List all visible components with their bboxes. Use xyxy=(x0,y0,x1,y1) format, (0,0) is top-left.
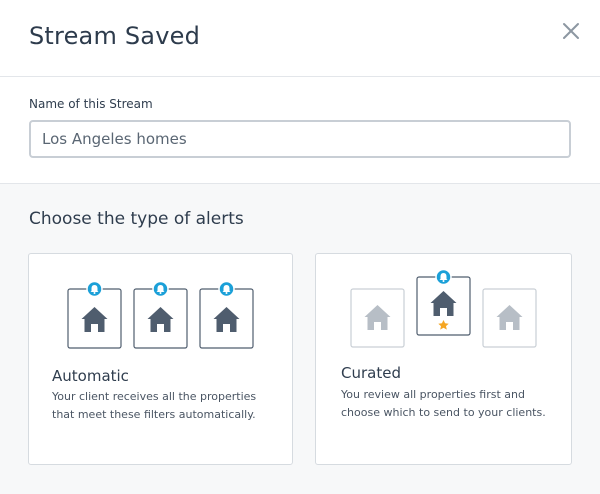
property-tile xyxy=(133,280,188,349)
automatic-illustration xyxy=(67,280,254,349)
dialog-title: Stream Saved xyxy=(29,22,201,50)
automatic-option-description: Your client receives all the properties … xyxy=(52,390,257,421)
close-icon xyxy=(563,23,579,39)
stream-saved-dialog: Stream Saved Name of this Stream Choose … xyxy=(0,0,600,494)
automatic-option-title: Automatic xyxy=(52,367,129,385)
automatic-option-card[interactable]: Automatic Your client receives all the p… xyxy=(28,253,293,465)
alerts-section: Choose the type of alerts Automatic Your… xyxy=(0,184,600,494)
property-tile xyxy=(67,280,122,349)
stream-name-label: Name of this Stream xyxy=(29,97,153,111)
curated-option-description: You review all properties first and choo… xyxy=(341,388,546,419)
alerts-section-title: Choose the type of alerts xyxy=(29,209,244,229)
curated-option-card[interactable]: Curated You review all properties first … xyxy=(315,253,572,465)
curated-illustration xyxy=(350,268,537,348)
bell-icon xyxy=(152,280,169,298)
property-tile-selected xyxy=(416,268,471,336)
stream-name-section: Name of this Stream xyxy=(0,77,600,184)
curated-option-title: Curated xyxy=(341,364,401,382)
property-tile xyxy=(199,280,254,349)
stream-name-input[interactable] xyxy=(29,120,571,158)
bell-icon xyxy=(218,280,235,298)
bell-icon xyxy=(86,280,103,298)
property-tile xyxy=(482,288,537,348)
close-button[interactable] xyxy=(560,20,582,42)
property-tile xyxy=(350,288,405,348)
bell-icon xyxy=(435,268,452,286)
dialog-header: Stream Saved xyxy=(0,0,600,77)
